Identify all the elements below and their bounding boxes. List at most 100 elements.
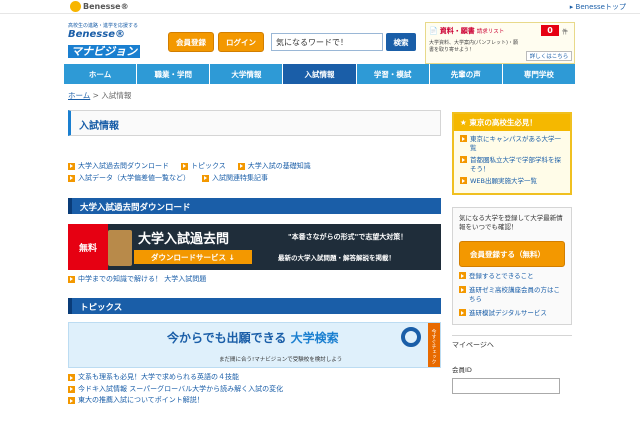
link-text[interactable]: 進研模試デジタルサービス <box>469 309 547 318</box>
university-search-banner[interactable]: 今からでも出願できる 大学検索 まだ間に合う!マナビジョンで受験校を検討しよう … <box>68 322 441 368</box>
banner-title: 今からでも出願できる 大学検索 <box>167 329 339 346</box>
list-item[interactable]: 大学入試過去問ダウンロード <box>68 160 169 172</box>
list-item[interactable]: 今ドキ入試情報 スーパーグローバル大学から読み解く入試の変化 <box>68 384 441 396</box>
mypage-title: マイページへ <box>452 341 494 349</box>
section-heading-topics: トピックス <box>68 298 441 314</box>
nav-item[interactable]: 職業・学問 <box>137 64 211 84</box>
books-icon <box>108 230 132 266</box>
tokyo-box-title: ★ 東京の高校生必見！ <box>454 114 570 131</box>
search-input[interactable]: 気になるワードで！ <box>271 33 383 51</box>
benesse-logo[interactable]: Benesse® <box>70 1 129 12</box>
list-item[interactable]: 入試関連特集記事 <box>202 172 268 184</box>
mypage-box: マイページへ 会員ID <box>452 335 572 394</box>
join-box: 気になる大学を登録して大学最新情報をいつでも確認！ 会員登録する（無料） 登録す… <box>452 207 572 325</box>
link-text[interactable]: 大学入試過去問ダウンロード <box>78 160 169 172</box>
document-request-list[interactable]: 📄 資料・願書 請求リスト 0 件 大学資料、大学案内(パンフレット)・願書を取… <box>425 22 575 64</box>
magnifier-icon <box>401 327 421 347</box>
list-item[interactable]: 登録するとできること <box>459 272 565 281</box>
benesse-top-link[interactable]: ▸ Benesseトップ <box>570 2 626 12</box>
list-item[interactable]: トピックス <box>181 160 226 172</box>
banner-title-a: 今からでも出願できる <box>167 331 287 345</box>
member-id-input[interactable] <box>452 378 560 394</box>
arrow-icon <box>202 174 209 182</box>
nav-item[interactable]: 専門学校 <box>502 64 576 84</box>
nav-item[interactable]: 先輩の声 <box>429 64 503 84</box>
link-text[interactable]: WEB出願実施大学一覧 <box>470 177 537 186</box>
global-nav: ホーム 職業・学問 大学情報 入試情報 学習・模試 先輩の声 専門学校 <box>64 64 576 84</box>
link-text[interactable]: 東大の推薦入試についてポイント解説！ <box>78 395 204 407</box>
nav-item[interactable]: 大学情報 <box>210 64 284 84</box>
section-heading-past-exams: 大学入試過去問ダウンロード <box>68 198 441 214</box>
nav-item[interactable]: ホーム <box>64 64 138 84</box>
register-button[interactable]: 会員登録 <box>168 32 214 52</box>
link-text[interactable]: トピックス <box>191 160 226 172</box>
arrow-icon <box>68 397 75 405</box>
brand-tagline: 高校生の進路・進学を応援する <box>68 23 139 29</box>
free-badge: 無料 <box>68 224 108 270</box>
link-text[interactable]: 入試データ（大学偏差値一覧など） <box>78 172 190 184</box>
doc-count-badge: 0 <box>541 25 559 36</box>
list-item[interactable]: 首都圏私立大学で学部学科を探そう！ <box>460 156 564 174</box>
arrow-icon <box>460 156 467 163</box>
check-now-tab[interactable]: 今すぐチェック <box>428 323 440 367</box>
breadcrumb-home[interactable]: ホーム <box>68 91 90 100</box>
breadcrumb-separator: > <box>92 91 99 100</box>
search-button[interactable]: 検索 <box>386 33 416 51</box>
quick-links-row: 大学入試過去問ダウンロード トピックス 大学入試の基礎知識 <box>68 160 441 172</box>
page-title: 入試情報 <box>68 110 441 136</box>
link-text[interactable]: 今ドキ入試情報 スーパーグローバル大学から読み解く入試の変化 <box>78 384 283 396</box>
breadcrumb-current: 入試情報 <box>101 91 132 100</box>
list-item[interactable]: 進研模試デジタルサービス <box>459 309 565 318</box>
join-intro: 気になる大学を登録して大学最新情報をいつでも確認！ <box>459 214 563 231</box>
doc-subtitle: 請求リスト <box>476 29 505 35</box>
doc-title: 資料・願書 <box>439 27 475 35</box>
link-text[interactable]: 大学入試の基礎知識 <box>248 160 311 172</box>
link-text[interactable]: 入試関連特集記事 <box>212 172 268 184</box>
list-item[interactable]: 東京にキャンパスがある大学一覧 <box>460 135 564 153</box>
nav-item[interactable]: 学習・模試 <box>356 64 430 84</box>
banner-catch-1: "本番さながらの形式"で志望大対策！ <box>288 233 408 241</box>
junior-high-exam-link[interactable]: 中学までの知識で解ける！ 大学入試問題 <box>68 274 441 284</box>
arrow-icon <box>459 309 466 316</box>
arrow-icon <box>68 385 75 393</box>
doc-count-unit: 件 <box>562 29 569 36</box>
arrow-icon <box>459 286 466 293</box>
link-text[interactable]: 中学までの知識で解ける！ 大学入試問題 <box>78 274 206 284</box>
link-text[interactable]: 進研ゼミ高校講座会員の方はこちら <box>469 286 565 304</box>
manabision-logo[interactable]: 高校生の進路・進学を応援する Benesse® マナビジョン <box>68 22 163 59</box>
member-id-label: 会員ID <box>452 366 472 374</box>
link-text[interactable]: 東京にキャンパスがある大学一覧 <box>470 135 564 153</box>
tokyo-links: 東京にキャンパスがある大学一覧 首都圏私立大学で学部学科を探そう！ WEB出願実施大… <box>454 131 570 193</box>
arrow-icon <box>459 272 466 279</box>
quick-links: 大学入試過去問ダウンロード トピックス 大学入試の基礎知識 入試データ（大学偏差値一覧… <box>68 160 441 184</box>
quick-links-row: 入試データ（大学偏差値一覧など） 入試関連特集記事 <box>68 172 441 184</box>
breadcrumb: ホーム > 入試情報 <box>68 90 131 101</box>
list-item[interactable]: WEB出願実施大学一覧 <box>460 177 564 186</box>
login-button[interactable]: ログイン <box>218 32 264 52</box>
main-content: 入試情報 大学入試過去問ダウンロード トピックス 大学入試の基礎知識 入試データ（大学… <box>68 110 441 407</box>
brand-name-manabision: マナビジョン <box>68 45 140 58</box>
list-item[interactable]: 東大の推薦入試についてポイント解説！ <box>68 395 441 407</box>
join-links: 登録するとできること進研ゼミ高校講座会員の方はこちら進研模試デジタルサービス <box>459 272 565 318</box>
logo-text: Benesse® <box>83 2 129 11</box>
join-button-label: 会員登録する（無料） <box>470 249 545 259</box>
doc-details-button[interactable]: 詳しくはこちら <box>526 51 572 61</box>
tokyo-title-text: 東京の高校生必見！ <box>469 118 537 127</box>
nav-item[interactable]: 入試情報 <box>283 64 357 84</box>
brand-name-benesse: Benesse® <box>68 29 125 40</box>
list-item[interactable]: 大学入試の基礎知識 <box>237 160 311 172</box>
star-icon: ★ <box>460 118 470 127</box>
arrow-icon <box>68 374 75 382</box>
link-text[interactable]: 登録するとできること <box>469 272 534 281</box>
list-item[interactable]: 進研ゼミ高校講座会員の方はこちら <box>459 286 565 304</box>
doc-title-row: 📄 資料・願書 請求リスト <box>429 26 504 36</box>
link-text[interactable]: 文系も理系も必見！大学で求められる英語の４技能 <box>78 372 239 384</box>
join-button[interactable]: 会員登録する（無料） <box>459 241 565 267</box>
tokyo-box: ★ 東京の高校生必見！ 東京にキャンパスがある大学一覧 首都圏私立大学で学部学科を… <box>452 112 572 195</box>
list-item[interactable]: 文系も理系も必見！大学で求められる英語の４技能 <box>68 372 441 384</box>
link-text[interactable]: 首都圏私立大学で学部学科を探そう！ <box>470 156 564 174</box>
doc-note: 大学資料、大学案内(パンフレット)・願書を取り寄せよう！ <box>429 40 519 53</box>
sun-logo-icon <box>70 1 81 12</box>
list-item[interactable]: 入試データ（大学偏差値一覧など） <box>68 172 190 184</box>
past-exam-download-banner[interactable]: 無料 大学入試過去問 ダウンロードサービス ↓ "本番さながらの形式"で志望大対… <box>68 224 441 270</box>
